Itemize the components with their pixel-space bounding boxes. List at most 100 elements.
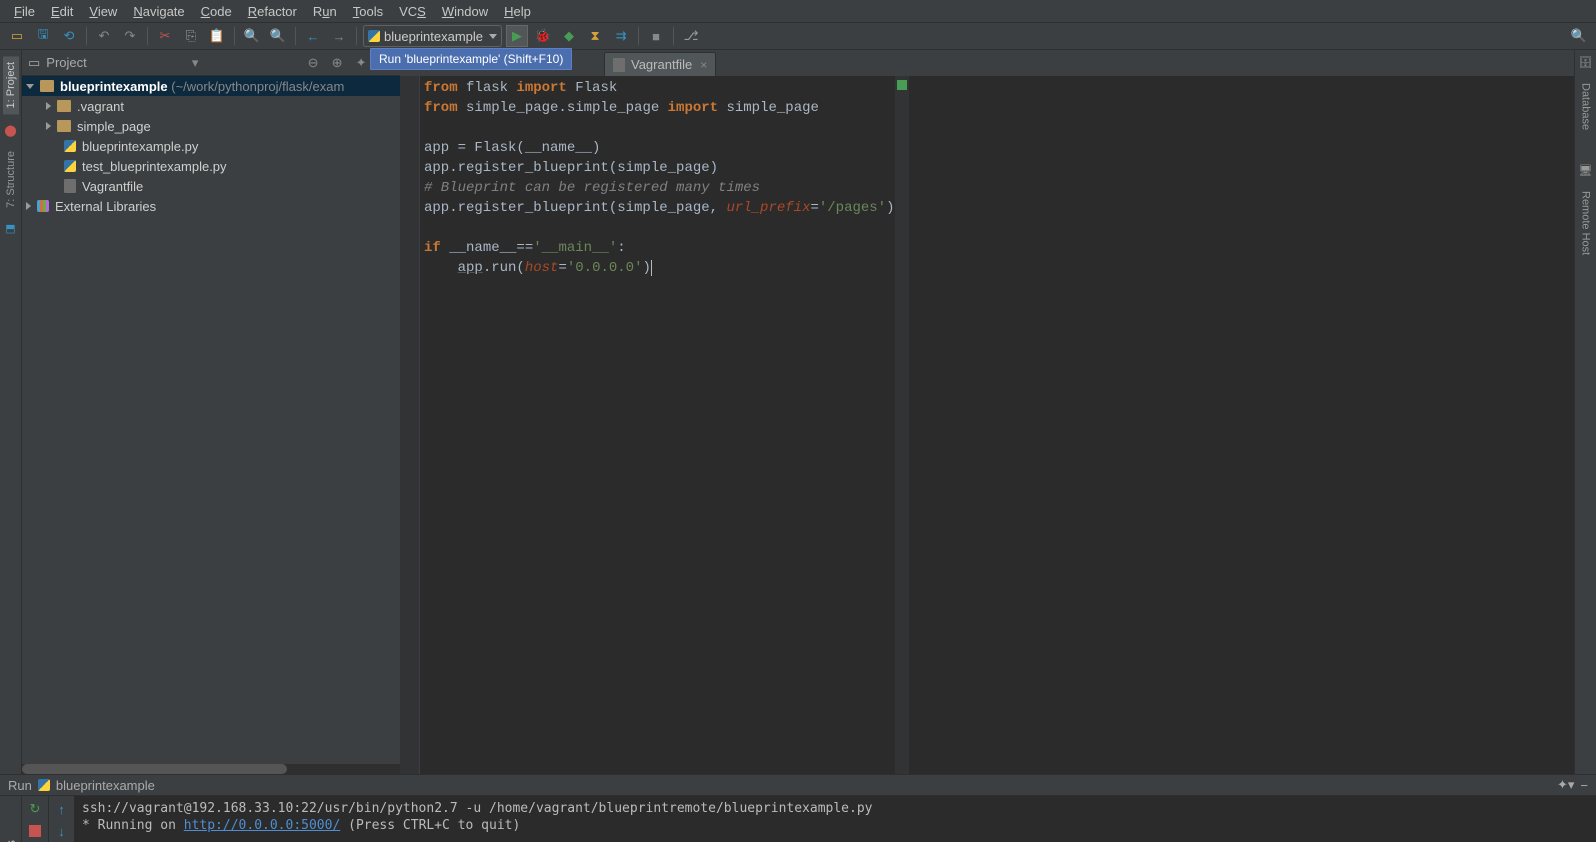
up-button[interactable]: ↑ <box>55 802 69 816</box>
profile-button[interactable]: ⧗ <box>584 25 606 47</box>
run-button[interactable]: ▶ <box>506 25 528 47</box>
project-panel: ▭ Project ▾ ⊖ ⊕ ✦ − blueprintexample (~/… <box>22 50 400 774</box>
folder-icon <box>40 80 54 92</box>
tool-tab-database[interactable]: Database <box>1580 79 1592 134</box>
menu-code[interactable]: Code <box>193 1 240 22</box>
search-everywhere-icon[interactable]: 🔍 <box>1568 25 1590 47</box>
git-icon[interactable]: ⬤ <box>4 124 16 137</box>
separator <box>295 27 296 45</box>
settings-gear-icon[interactable]: ✦▾ <box>1557 777 1574 793</box>
tree-folder-vagrant[interactable]: .vagrant <box>22 96 400 116</box>
tree-label: .vagrant <box>77 99 124 114</box>
save-all-icon[interactable]: 🖫 <box>32 25 54 47</box>
python-icon <box>38 779 50 791</box>
menu-help[interactable]: Help <box>496 1 539 22</box>
find-icon[interactable]: 🔍 <box>241 25 263 47</box>
chevron-down-icon[interactable]: ▾ <box>186 54 204 72</box>
menu-tools[interactable]: Tools <box>345 1 391 22</box>
file-icon <box>64 179 76 193</box>
tree-folder-simple-page[interactable]: simple_page <box>22 116 400 136</box>
separator <box>356 27 357 45</box>
expand-icon[interactable] <box>26 84 34 89</box>
expand-icon[interactable] <box>26 202 31 210</box>
tree-file-blueprintexample[interactable]: blueprintexample.py <box>22 136 400 156</box>
separator <box>86 27 87 45</box>
menu-view[interactable]: View <box>81 1 125 22</box>
hide-icon[interactable]: − <box>1580 778 1588 793</box>
project-tree[interactable]: blueprintexample (~/work/pythonproj/flas… <box>22 76 400 774</box>
console-link[interactable]: http://0.0.0.0:5000/ <box>184 818 341 833</box>
scrollbar-thumb[interactable] <box>22 764 287 774</box>
back-icon[interactable]: ← <box>302 25 324 47</box>
toolbar: ▭ 🖫 ⟲ ↶ ↷ ✂ ⎘ 📋 🔍 🔍 ← → blueprintexample… <box>0 22 1596 50</box>
code-content[interactable]: from flask import Flask from simple_page… <box>420 76 895 774</box>
run-tool-header: Run blueprintexample ✦▾ − <box>0 774 1596 796</box>
chevron-down-icon <box>489 34 497 39</box>
tree-label: blueprintexample.py <box>82 139 198 154</box>
tool-tab-remote-host[interactable]: Remote Host <box>1580 187 1592 259</box>
structure-icon[interactable]: ⬒ <box>5 222 15 235</box>
remote-host-icon[interactable]: 🖥 <box>1579 164 1593 177</box>
database-icon[interactable]: 🗄 <box>1579 56 1593 69</box>
stop-button[interactable]: ■ <box>645 25 667 47</box>
tool-tab-favorites[interactable]: 2: Favorites <box>3 836 18 842</box>
menu-edit[interactable]: Edit <box>43 1 81 22</box>
menu-file[interactable]: File <box>6 1 43 22</box>
coverage-button[interactable]: ◆ <box>558 25 580 47</box>
sync-icon[interactable]: ⟲ <box>58 25 80 47</box>
separator <box>234 27 235 45</box>
debug-button[interactable]: 🐞 <box>532 25 554 47</box>
console-output[interactable]: ssh://vagrant@192.168.33.10:22/usr/bin/p… <box>74 796 1596 842</box>
run-title: Run <box>8 778 32 793</box>
settings-gear-icon[interactable]: ✦ <box>352 54 370 72</box>
open-icon[interactable]: ▭ <box>6 25 28 47</box>
paste-icon[interactable]: 📋 <box>206 25 228 47</box>
folder-icon <box>57 120 71 132</box>
menu-refactor[interactable]: Refactor <box>240 1 305 22</box>
tree-label: Vagrantfile <box>82 179 143 194</box>
stop-button[interactable] <box>28 824 42 838</box>
editor-marker-bar[interactable] <box>895 76 909 774</box>
left-tool-gutter: 1: Project ⬤ 7: Structure ⬒ <box>0 50 22 774</box>
forward-icon[interactable]: → <box>328 25 350 47</box>
text-caret <box>651 260 652 276</box>
concurrency-button[interactable]: ⇉ <box>610 25 632 47</box>
run-tool-window: 2: Favorites ★ ↻ ▤ 📌 ✕ ? ↑ ↓ ↩ 🖶 🗑 🗑 ssh… <box>0 796 1596 842</box>
undo-icon[interactable]: ↶ <box>93 25 115 47</box>
menu-window[interactable]: Window <box>434 1 496 22</box>
tree-file-test[interactable]: test_blueprintexample.py <box>22 156 400 176</box>
cut-icon[interactable]: ✂ <box>154 25 176 47</box>
horizontal-scrollbar[interactable] <box>22 764 400 774</box>
editor-gutter[interactable] <box>400 76 420 774</box>
tree-root[interactable]: blueprintexample (~/work/pythonproj/flas… <box>22 76 400 96</box>
replace-icon[interactable]: 🔍 <box>267 25 289 47</box>
menu-navigate[interactable]: Navigate <box>125 1 192 22</box>
code-editor[interactable]: from flask import Flask from simple_page… <box>400 76 1574 774</box>
tool-tab-structure[interactable]: 7: Structure <box>5 147 17 212</box>
tree-file-vagrantfile[interactable]: Vagrantfile <box>22 176 400 196</box>
python-icon <box>368 30 380 42</box>
analysis-ok-icon <box>897 80 907 90</box>
run-config-dropdown[interactable]: blueprintexample <box>363 25 502 47</box>
tree-label: simple_page <box>77 119 151 134</box>
project-title: Project <box>46 55 134 70</box>
menu-run[interactable]: Run <box>305 1 345 22</box>
close-icon[interactable]: × <box>700 58 707 72</box>
redo-icon[interactable]: ↷ <box>119 25 141 47</box>
expand-icon[interactable] <box>46 122 51 130</box>
rerun-button[interactable]: ↻ <box>28 802 42 816</box>
vcs-icon[interactable]: ⎇ <box>680 25 702 47</box>
down-button[interactable]: ↓ <box>55 824 69 838</box>
library-icon <box>37 200 49 212</box>
folder-icon <box>57 100 71 112</box>
tab-vagrantfile[interactable]: Vagrantfile × <box>604 52 716 76</box>
tree-external-libraries[interactable]: External Libraries <box>22 196 400 216</box>
menu-vcs[interactable]: VCS <box>391 1 434 22</box>
tool-tab-project[interactable]: 1: Project <box>3 56 19 114</box>
right-tool-gutter: 🗄 Database 🖥 Remote Host <box>1574 50 1596 774</box>
expand-icon[interactable] <box>46 102 51 110</box>
python-icon <box>64 160 76 172</box>
copy-icon[interactable]: ⎘ <box>180 25 202 47</box>
target-icon[interactable]: ⊕ <box>328 54 346 72</box>
collapse-icon[interactable]: ⊖ <box>304 54 322 72</box>
